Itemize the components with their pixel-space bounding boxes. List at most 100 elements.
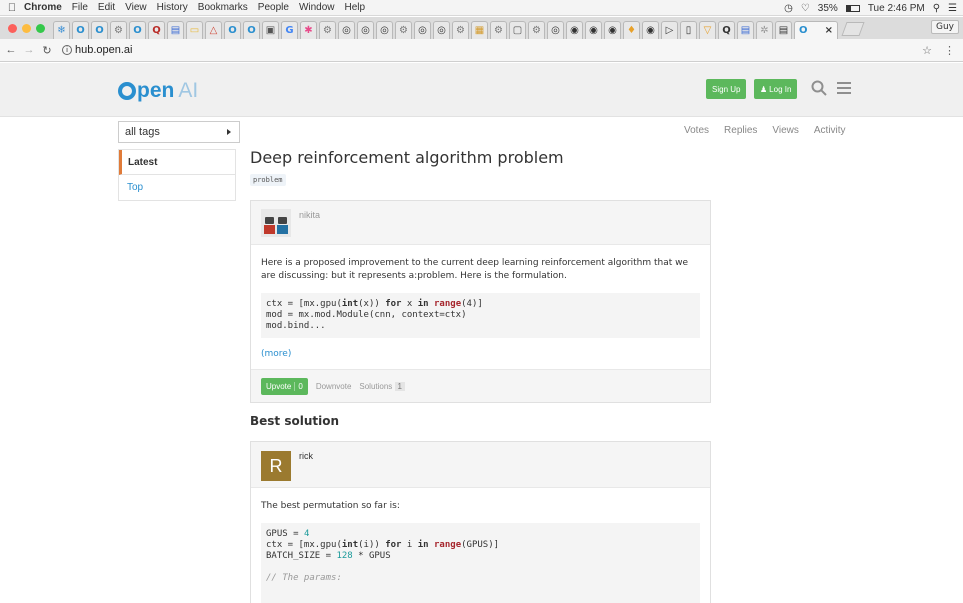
question-body: Here is a proposed improvement to the cu… bbox=[251, 245, 710, 369]
clock[interactable]: Tue 2:46 PM bbox=[868, 3, 925, 14]
sort-replies-link[interactable]: Replies bbox=[724, 125, 757, 136]
menu-edit[interactable]: Edit bbox=[98, 2, 115, 13]
tab[interactable]: O bbox=[243, 21, 260, 39]
tab[interactable]: ▤ bbox=[167, 21, 184, 39]
more-menu-icon[interactable]: ⋮ bbox=[944, 44, 955, 57]
gear-icon: ⚙ bbox=[114, 25, 123, 36]
info-icon[interactable]: i bbox=[62, 45, 72, 56]
chrome-icon: ◉ bbox=[589, 25, 598, 36]
tab[interactable]: ▦ bbox=[471, 21, 488, 39]
back-arrow-icon[interactable]: ← bbox=[4, 44, 18, 56]
url-field[interactable]: i hub.open.ai bbox=[62, 44, 133, 56]
tab[interactable]: ⚙ bbox=[319, 21, 336, 39]
tab[interactable]: ✱ bbox=[300, 21, 317, 39]
time-machine-icon[interactable]: ◷ bbox=[784, 3, 793, 14]
sort-activity-link[interactable]: Activity bbox=[814, 125, 846, 136]
tab-strip: ❄ O O ⚙ O Q ▤ ▭ △ O O ▣ G ✱ ⚙ ◎ ◎ ◎ ⚙ ◎ … bbox=[0, 17, 963, 39]
minimize-window-button[interactable] bbox=[22, 24, 31, 33]
tab[interactable]: ▯ bbox=[680, 21, 697, 39]
os-menubar:  Chrome File Edit View History Bookmark… bbox=[0, 0, 963, 16]
tab[interactable]: ◎ bbox=[376, 21, 393, 39]
forward-arrow-icon[interactable]: → bbox=[22, 44, 36, 56]
github-icon: ◎ bbox=[361, 25, 370, 36]
tab[interactable]: ▣ bbox=[262, 21, 279, 39]
close-window-button[interactable] bbox=[8, 24, 17, 33]
tab[interactable]: Q bbox=[148, 21, 165, 39]
menu-file[interactable]: File bbox=[72, 2, 88, 13]
zoom-window-button[interactable] bbox=[36, 24, 45, 33]
log-in-button[interactable]: ♟ Log In bbox=[754, 79, 798, 99]
notification-center-icon[interactable]: ☰ bbox=[948, 3, 957, 14]
downvote-button[interactable]: Downvote bbox=[316, 382, 352, 391]
tab[interactable]: ▷ bbox=[661, 21, 678, 39]
tab[interactable]: ✲ bbox=[756, 21, 773, 39]
reload-icon[interactable]: ↻ bbox=[40, 44, 54, 57]
solution-card: R rick The best permutation so far is: G… bbox=[250, 441, 711, 603]
tab[interactable]: ◉ bbox=[604, 21, 621, 39]
upvote-button[interactable]: Upvote 0 bbox=[261, 377, 308, 395]
tab[interactable]: ▤ bbox=[737, 21, 754, 39]
profile-button[interactable]: Guy bbox=[930, 20, 959, 34]
site-header: pen AI Sign Up ♟ Log In bbox=[0, 63, 963, 117]
tab[interactable]: ◎ bbox=[547, 21, 564, 39]
tab[interactable]: G bbox=[281, 21, 298, 39]
menubar-app-name[interactable]: Chrome bbox=[24, 2, 62, 13]
tab[interactable]: O bbox=[91, 21, 108, 39]
tab[interactable]: ◎ bbox=[357, 21, 374, 39]
tab[interactable]: O bbox=[72, 21, 89, 39]
tab[interactable]: ❄ bbox=[53, 21, 70, 39]
openai-logo[interactable]: pen AI bbox=[118, 79, 198, 103]
sign-up-button[interactable]: Sign Up bbox=[706, 79, 747, 99]
tab[interactable]: △ bbox=[205, 21, 222, 39]
tab[interactable]: ◉ bbox=[642, 21, 659, 39]
bookmark-star-icon[interactable]: ☆ bbox=[922, 44, 932, 57]
tags-dropdown[interactable]: all tags bbox=[118, 121, 240, 143]
tab[interactable]: ▤ bbox=[775, 21, 792, 39]
apple-icon[interactable]:  bbox=[0, 2, 24, 14]
sidebar-item-top[interactable]: Top bbox=[119, 175, 235, 200]
tab[interactable]: ⚙ bbox=[528, 21, 545, 39]
tab[interactable]: O bbox=[129, 21, 146, 39]
tab[interactable]: ♦ bbox=[623, 21, 640, 39]
new-tab-button[interactable] bbox=[841, 22, 865, 36]
question-author[interactable]: nikita bbox=[299, 210, 320, 220]
spotlight-icon[interactable]: ⚲ bbox=[933, 3, 940, 14]
tab[interactable]: ⚙ bbox=[452, 21, 469, 39]
tab[interactable]: ▢ bbox=[509, 21, 526, 39]
sidebar-item-latest[interactable]: Latest bbox=[119, 150, 235, 175]
wifi-icon[interactable]: ♡ bbox=[801, 3, 810, 14]
tab[interactable]: ▭ bbox=[186, 21, 203, 39]
tab[interactable]: Q bbox=[718, 21, 735, 39]
menu-bookmarks[interactable]: Bookmarks bbox=[198, 2, 248, 13]
tab[interactable]: ⚙ bbox=[395, 21, 412, 39]
menu-view[interactable]: View bbox=[125, 2, 147, 13]
solution-author[interactable]: rick bbox=[299, 451, 313, 461]
menu-people[interactable]: People bbox=[258, 2, 289, 13]
avatar[interactable]: R bbox=[261, 451, 291, 481]
solutions-link[interactable]: Solutions 1 bbox=[359, 381, 405, 391]
battery-icon[interactable] bbox=[845, 4, 860, 12]
tab[interactable]: ◎ bbox=[433, 21, 450, 39]
avatar[interactable] bbox=[261, 209, 291, 237]
more-link[interactable]: (more) bbox=[261, 348, 291, 361]
close-tab-icon[interactable]: × bbox=[825, 25, 833, 36]
topic-tag[interactable]: problem bbox=[250, 174, 286, 186]
question-text: Here is a proposed improvement to the cu… bbox=[261, 258, 689, 281]
menu-history[interactable]: History bbox=[157, 2, 188, 13]
menu-help[interactable]: Help bbox=[345, 2, 366, 13]
tab[interactable]: ▽ bbox=[699, 21, 716, 39]
tab[interactable]: O bbox=[224, 21, 241, 39]
hamburger-menu-icon[interactable] bbox=[837, 82, 851, 94]
tab[interactable]: ◎ bbox=[414, 21, 431, 39]
tab[interactable]: ⚙ bbox=[110, 21, 127, 39]
tab[interactable]: ◉ bbox=[585, 21, 602, 39]
menu-window[interactable]: Window bbox=[299, 2, 335, 13]
search-icon[interactable] bbox=[811, 80, 827, 96]
tab-active[interactable]: O × bbox=[794, 21, 838, 39]
sort-votes-link[interactable]: Votes bbox=[684, 125, 709, 136]
menubar-status: ◷ ♡ 35% Tue 2:46 PM ⚲ ☰ bbox=[784, 0, 957, 16]
tab[interactable]: ◎ bbox=[338, 21, 355, 39]
tab[interactable]: ◉ bbox=[566, 21, 583, 39]
sort-views-link[interactable]: Views bbox=[772, 125, 799, 136]
tab[interactable]: ⚙ bbox=[490, 21, 507, 39]
